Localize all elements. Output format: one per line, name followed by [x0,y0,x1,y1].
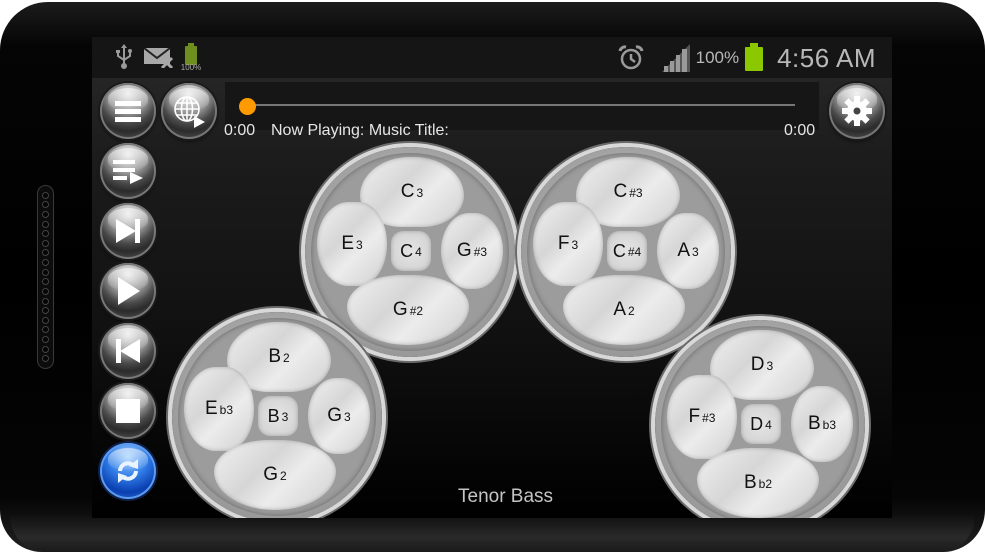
note-left[interactable]: F #3 [667,375,737,459]
note-octave: 3 [571,238,579,252]
note-letter: D [750,354,765,375]
battery-icon [745,43,764,73]
pan-c: C 3 E 3 C 4 G #3 G #2 [305,147,515,357]
web-button[interactable] [161,83,217,139]
alarm-icon [618,45,644,71]
note-letter: F [688,406,701,427]
note-right[interactable]: G #3 [441,213,503,289]
note-letter: G [392,299,408,320]
globe-play-icon [174,96,205,128]
note-left[interactable]: E3 [317,202,387,286]
battery-percent: 100% [695,48,740,67]
note-letter: C [612,240,626,261]
note-letter: F [557,233,570,254]
note-letter: G [263,464,279,485]
pan-c-sharp: C #3 F 3 C #4 A 3 A 2 [521,147,731,357]
note-letter: B [743,472,757,493]
note-center[interactable]: B3 [258,396,298,436]
note-letter: B [807,413,821,434]
note-letter: E [204,398,218,419]
note-letter: A [613,299,626,320]
speaker-grille [37,185,54,369]
play-icon [118,277,140,305]
note-octave: b3 [219,403,234,417]
instrument-name: Tenor Bass [458,486,554,507]
note-octave: 3 [766,359,774,373]
note-left[interactable]: F3 [533,202,603,286]
pan-d: D 3 F #3 D 4 Bb3 Bb2 [655,320,865,518]
note-right[interactable]: Bb3 [791,386,853,462]
note-octave: 3 [281,410,289,424]
playlist-play-icon [113,160,143,184]
note-octave: 2 [280,469,287,483]
note-octave: 2 [628,304,635,318]
battery-charged-icon: 100% [181,43,201,72]
phone-bottom-edge [10,516,975,552]
note-octave: #3 [702,411,716,425]
pan-b: B 2 Eb3 B 3 G 3 G 2 [172,312,382,518]
now-playing-label: Now Playing: Music Title: [271,122,449,139]
playlist-button[interactable] [100,143,156,199]
clock-time: 4:56 AM [777,42,876,73]
skip-previous-icon [116,339,140,363]
note-letter: C [400,240,414,261]
note-letter: D [750,413,764,434]
seek-thumb[interactable] [239,98,256,115]
play-button[interactable] [100,263,156,319]
note-letter: G [456,240,472,261]
usb-icon [114,44,134,70]
battery-small-label: 100% [180,63,202,72]
note-center[interactable]: C4 [391,231,431,271]
phone-frame: 100% 100% 4:56 AM 0:00 Now Playing: Musi… [0,2,985,552]
note-octave: #3 [473,245,488,259]
note-letter: A [677,240,690,261]
note-octave: 4 [415,245,422,259]
note-octave: 3 [416,186,424,200]
note-right[interactable]: G3 [308,378,370,454]
note-letter: E [341,233,354,254]
note-octave: 3 [692,245,699,259]
mail-muted-icon [144,46,174,68]
stop-icon [116,399,140,423]
skip-next-icon [116,219,140,243]
next-button[interactable] [100,203,156,259]
note-left[interactable]: Eb3 [184,367,254,451]
gear-icon [842,96,872,126]
seek-bar[interactable] [247,104,795,106]
note-octave: #2 [409,304,424,318]
repeat-icon [118,459,138,483]
note-right[interactable]: A3 [657,213,719,289]
note-octave: 2 [283,351,290,365]
duration-time: 0:00 [784,122,816,139]
note-letter: C [613,181,628,202]
note-octave: 4 [765,418,772,432]
status-bar: 100% 100% 4:56 AM [92,37,892,78]
app-screen: 100% 100% 4:56 AM 0:00 Now Playing: Musi… [92,37,892,518]
note-octave: 3 [344,410,351,424]
settings-button[interactable] [829,83,885,139]
note-letter: B [268,346,281,367]
note-octave: 3 [356,238,363,252]
note-octave: b2 [758,477,773,491]
note-letter: B [267,405,280,426]
signal-icon [661,44,690,72]
note-center[interactable]: D4 [741,404,781,444]
note-octave: #3 [629,186,643,200]
note-letter: G [327,405,343,426]
elapsed-time: 0:00 [224,122,256,139]
note-letter: C [400,181,415,202]
note-center[interactable]: C #4 [607,231,647,271]
repeat-button[interactable] [100,443,156,499]
menu-icon [115,101,141,122]
stop-button[interactable] [100,383,156,439]
note-octave: b3 [822,418,837,432]
previous-button[interactable] [100,323,156,379]
menu-button[interactable] [100,83,156,139]
note-octave: #4 [627,245,642,259]
